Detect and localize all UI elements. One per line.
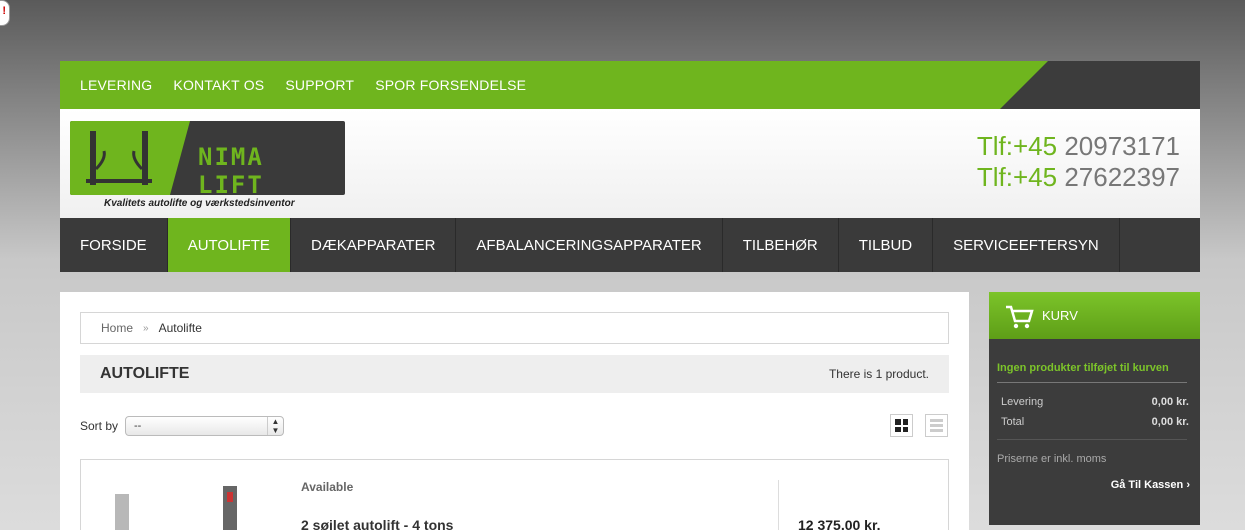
category-header: AUTOLIFTE There is 1 product. xyxy=(80,355,949,393)
grid-view-icon[interactable] xyxy=(890,414,913,437)
tax-note: Priserne er inkl. moms xyxy=(997,453,1107,465)
site-header: NIMA LIFT Kvalitets autolifte og værkste… xyxy=(60,109,1200,218)
cart-block: KURV Ingen produkter tilføjet til kurven… xyxy=(989,292,1200,525)
top-nav: LEVERING KONTAKT OS SUPPORT SPOR FORSEND… xyxy=(80,61,526,109)
shopping-cart-icon xyxy=(1006,305,1034,328)
breadcrumb-separator: » xyxy=(143,322,149,334)
nav-forside[interactable]: FORSIDE xyxy=(60,218,168,272)
cart-alert-icon: ! xyxy=(0,0,10,26)
checkout-button[interactable]: Gå Til Kassen › xyxy=(1111,479,1190,491)
breadcrumb: Home » Autolifte xyxy=(80,312,949,344)
topnav-spor-forsendelse[interactable]: SPOR FORSENDELSE xyxy=(375,77,526,93)
sort-row: Sort by -- ▲ ▼ xyxy=(80,416,285,436)
phone-numbers: Tlf:+45 20973171 Tlf:+45 27622397 xyxy=(977,131,1180,193)
nav-afbalanceringsapparater[interactable]: AFBALANCERINGSAPPARATER xyxy=(456,218,723,272)
breadcrumb-home[interactable]: Home xyxy=(101,321,133,335)
product-item[interactable]: Available 2 søjlet autolift - 4 tons 12 … xyxy=(80,459,949,530)
select-arrows-icon: ▲ ▼ xyxy=(267,417,283,435)
nav-tilbehor[interactable]: TILBEHØR xyxy=(723,218,839,272)
top-bar: LEVERING KONTAKT OS SUPPORT SPOR FORSEND… xyxy=(60,61,1200,109)
product-price: 12 375,00 kr. xyxy=(798,517,881,530)
phone-2: Tlf:+45 27622397 xyxy=(976,162,1180,192)
sort-label: Sort by xyxy=(80,419,119,433)
brand-name: NIMA LIFT xyxy=(198,143,264,195)
phone-1: Tlf:+45 20973171 xyxy=(976,131,1180,161)
product-name[interactable]: 2 søjlet autolift - 4 tons xyxy=(301,517,453,530)
main-content: Home » Autolifte AUTOLIFTE There is 1 pr… xyxy=(60,292,969,530)
site-logo[interactable]: NIMA LIFT xyxy=(70,121,345,195)
topnav-levering[interactable]: LEVERING xyxy=(80,77,152,93)
nav-daekapparater[interactable]: DÆKAPPARATER xyxy=(291,218,457,272)
cart-title: KURV xyxy=(1042,308,1078,323)
list-view-icon[interactable] xyxy=(925,414,948,437)
cart-row-total: Total 0,00 kr. xyxy=(1001,416,1189,428)
product-availability: Available xyxy=(301,480,354,494)
breadcrumb-current: Autolifte xyxy=(158,321,202,335)
chevron-right-icon: › xyxy=(1186,479,1190,491)
cart-row-levering: Levering 0,00 kr. xyxy=(1001,396,1189,408)
product-count: There is 1 product. xyxy=(828,367,929,381)
main-nav: FORSIDE AUTOLIFTE DÆKAPPARATER AFBALANCE… xyxy=(60,218,1200,272)
nav-tilbud[interactable]: TILBUD xyxy=(839,218,934,272)
tagline: Kvalitets autolifte og værkstedsinventor xyxy=(104,198,295,209)
nav-autolifte[interactable]: AUTOLIFTE xyxy=(167,218,291,272)
nav-serviceeftersyn[interactable]: SERVICEEFTERSYN xyxy=(933,218,1120,272)
category-title: AUTOLIFTE xyxy=(100,365,190,382)
topnav-support[interactable]: SUPPORT xyxy=(285,77,354,93)
lift-logo-icon xyxy=(86,131,152,185)
topnav-kontakt-os[interactable]: KONTAKT OS xyxy=(173,77,264,93)
cart-header[interactable]: KURV xyxy=(989,292,1200,339)
sort-select[interactable]: -- ▲ ▼ xyxy=(125,416,285,436)
cart-empty-message: Ingen produkter tilføjet til kurven xyxy=(997,362,1169,374)
product-image[interactable] xyxy=(111,482,241,530)
